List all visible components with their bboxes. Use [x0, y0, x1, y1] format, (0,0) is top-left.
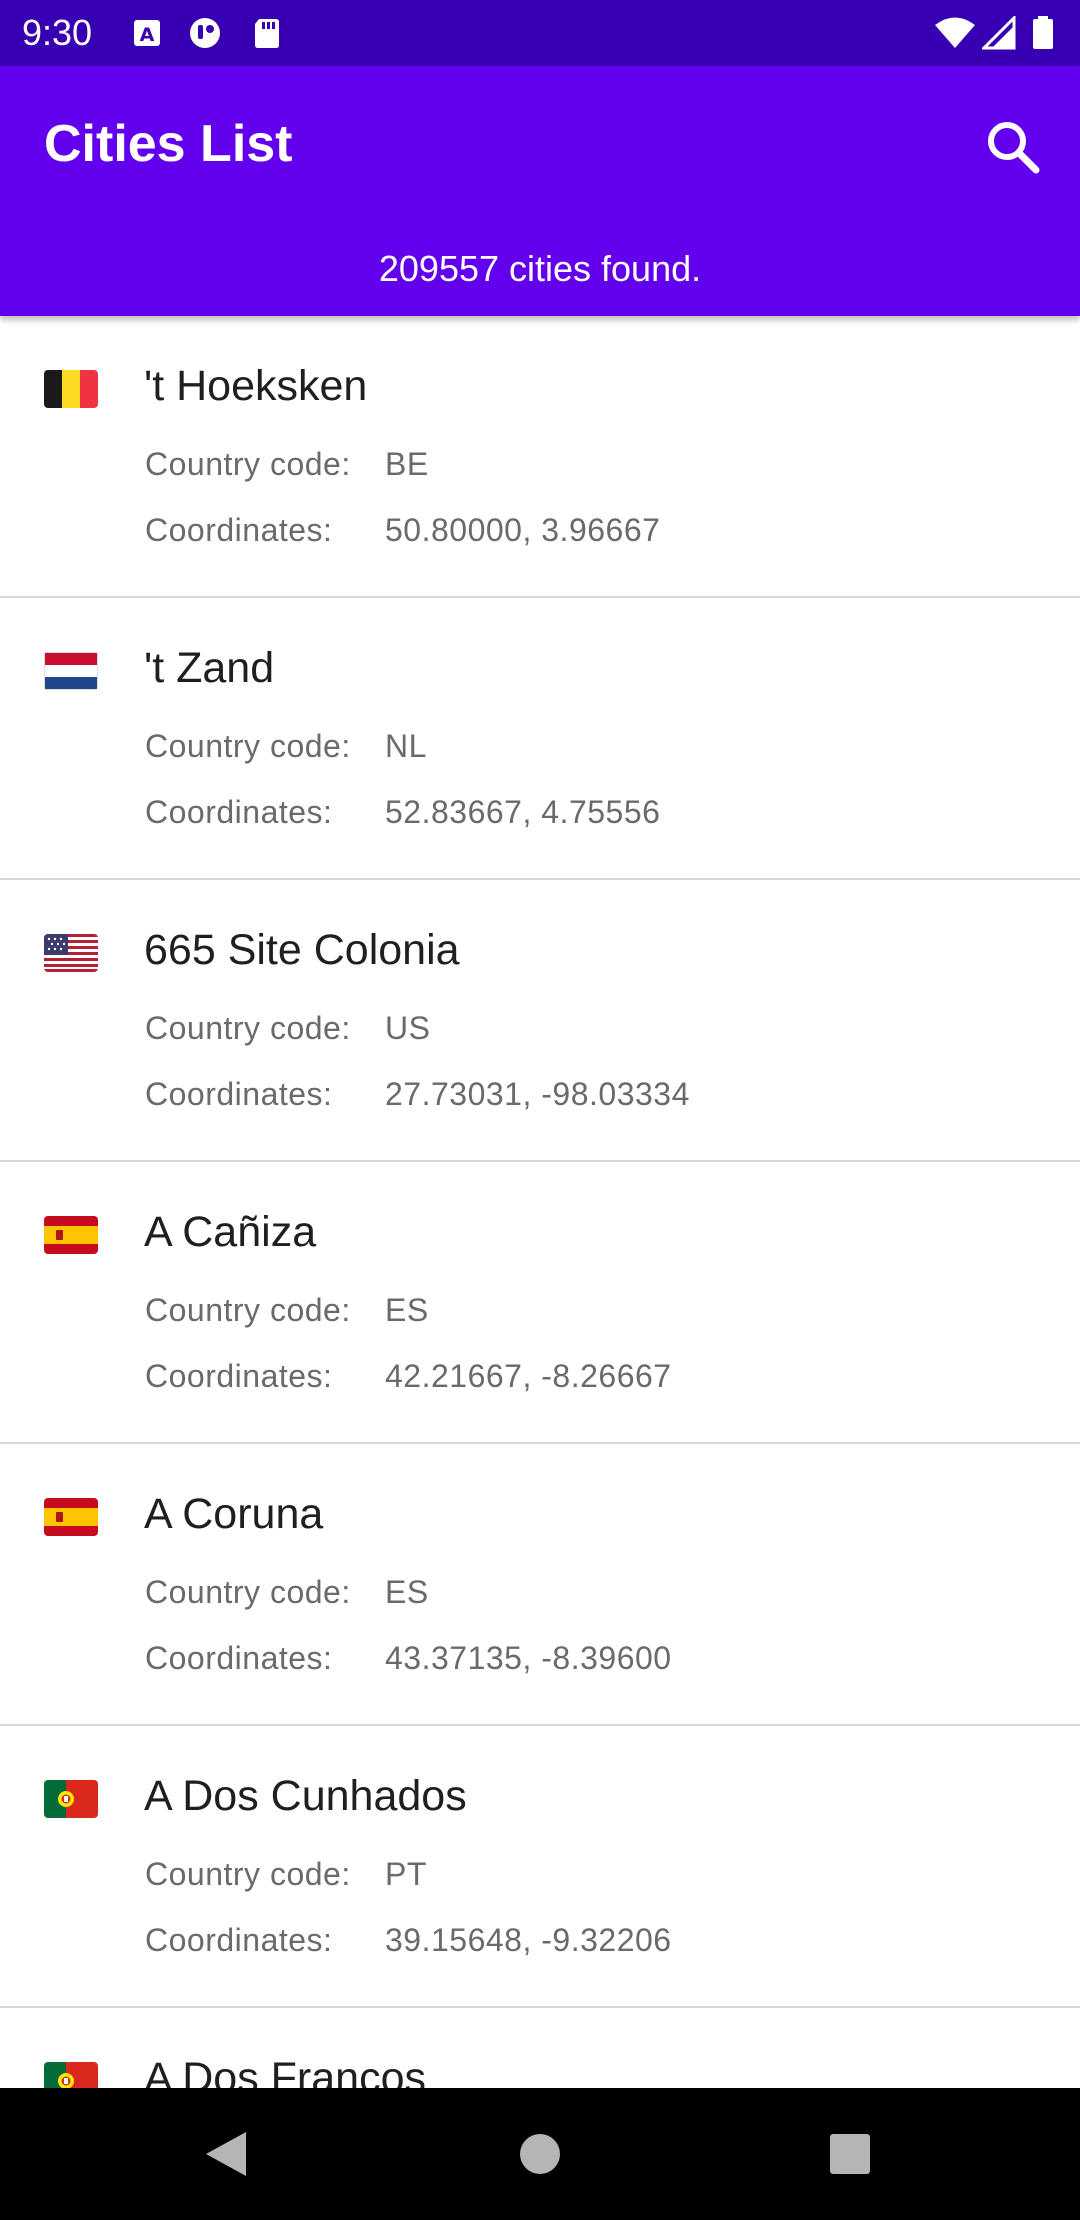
coordinates-label: Coordinates:: [145, 1922, 333, 1958]
app-icon: [188, 16, 222, 50]
portugal-flag-icon: [44, 1780, 98, 1818]
sd-card-icon: [250, 16, 284, 50]
list-item[interactable]: A Dos Cunhados Country code: PT Coordina…: [0, 1726, 1080, 2008]
spain-flag-icon: [44, 1498, 98, 1536]
home-icon: [520, 2134, 560, 2174]
city-name: 't Hoeksken: [144, 362, 368, 410]
coordinates-value: 42.21667, -8.26667: [385, 1358, 672, 1394]
app-bar: Cities List 209557 cities found.: [0, 66, 1080, 316]
city-name: A Dos Cunhados: [144, 1772, 467, 1820]
signal-icon: [980, 14, 1016, 50]
list-item[interactable]: A Cañiza Country code: ES Coordinates: 4…: [0, 1162, 1080, 1444]
coordinates-label: Coordinates:: [145, 1358, 333, 1394]
coordinates-label: Coordinates:: [145, 1640, 333, 1676]
city-name: 't Zand: [144, 644, 275, 692]
country-code-value: US: [385, 1010, 431, 1046]
list-item[interactable]: 665 Site Colonia Country code: US Coordi…: [0, 880, 1080, 1162]
svg-text:A: A: [140, 24, 155, 46]
country-code-value: NL: [385, 728, 427, 764]
status-bar: 9:30 A: [0, 0, 1080, 66]
coordinates-value: 52.83667, 4.75556: [385, 794, 661, 830]
city-name: 665 Site Colonia: [144, 926, 460, 974]
country-code-value: ES: [385, 1574, 429, 1610]
country-code-value: ES: [385, 1292, 429, 1328]
back-button[interactable]: [188, 2116, 264, 2192]
list-item[interactable]: 't Zand Country code: NL Coordinates: 52…: [0, 598, 1080, 880]
country-code-label: Country code:: [145, 1574, 351, 1610]
coordinates-label: Coordinates:: [145, 512, 333, 548]
search-icon: [988, 122, 1040, 174]
country-code-label: Country code:: [145, 1292, 351, 1328]
country-code-label: Country code:: [145, 446, 351, 482]
country-code-label: Country code:: [145, 1010, 351, 1046]
search-button[interactable]: [978, 112, 1048, 182]
city-name: A Dos Francos: [144, 2054, 426, 2088]
spain-flag-icon: [44, 1216, 98, 1254]
coordinates-value: 27.73031, -98.03334: [385, 1076, 690, 1112]
coordinates-label: Coordinates:: [145, 794, 333, 830]
city-name: A Cañiza: [144, 1208, 317, 1256]
list-item[interactable]: A Coruna Country code: ES Coordinates: 4…: [0, 1444, 1080, 1726]
city-name: A Coruna: [144, 1490, 324, 1538]
city-list[interactable]: 't Hoeksken Country code: BE Coordinates…: [0, 316, 1080, 2088]
recents-button[interactable]: [812, 2116, 888, 2192]
list-item[interactable]: A Dos Francos: [0, 2008, 1080, 2088]
netherlands-flag-icon: [44, 652, 98, 690]
list-item[interactable]: 't Hoeksken Country code: BE Coordinates…: [0, 316, 1080, 598]
portugal-flag-icon: [44, 2062, 98, 2088]
battery-icon: [1030, 16, 1056, 50]
country-code-value: BE: [385, 446, 429, 482]
coordinates-label: Coordinates:: [145, 1076, 333, 1112]
status-time: 9:30: [22, 12, 93, 53]
wifi-icon: [934, 16, 976, 50]
belgium-flag-icon: [44, 370, 98, 408]
usa-flag-icon: [44, 934, 98, 972]
a-icon: A: [130, 16, 164, 50]
results-count: 209557 cities found.: [378, 248, 702, 289]
coordinates-value: 39.15648, -9.32206: [385, 1922, 672, 1958]
back-icon: [206, 2132, 246, 2176]
screen: 9:30 A Cities List 209557 cities found.: [0, 0, 1080, 2220]
home-button[interactable]: [502, 2116, 578, 2192]
page-title: Cities List: [44, 115, 293, 173]
coordinates-value: 50.80000, 3.96667: [385, 512, 661, 548]
country-code-value: PT: [385, 1856, 427, 1892]
navigation-bar: [0, 2088, 1080, 2220]
country-code-label: Country code:: [145, 1856, 351, 1892]
coordinates-value: 43.37135, -8.39600: [385, 1640, 672, 1676]
country-code-label: Country code:: [145, 728, 351, 764]
recents-icon: [830, 2134, 870, 2174]
